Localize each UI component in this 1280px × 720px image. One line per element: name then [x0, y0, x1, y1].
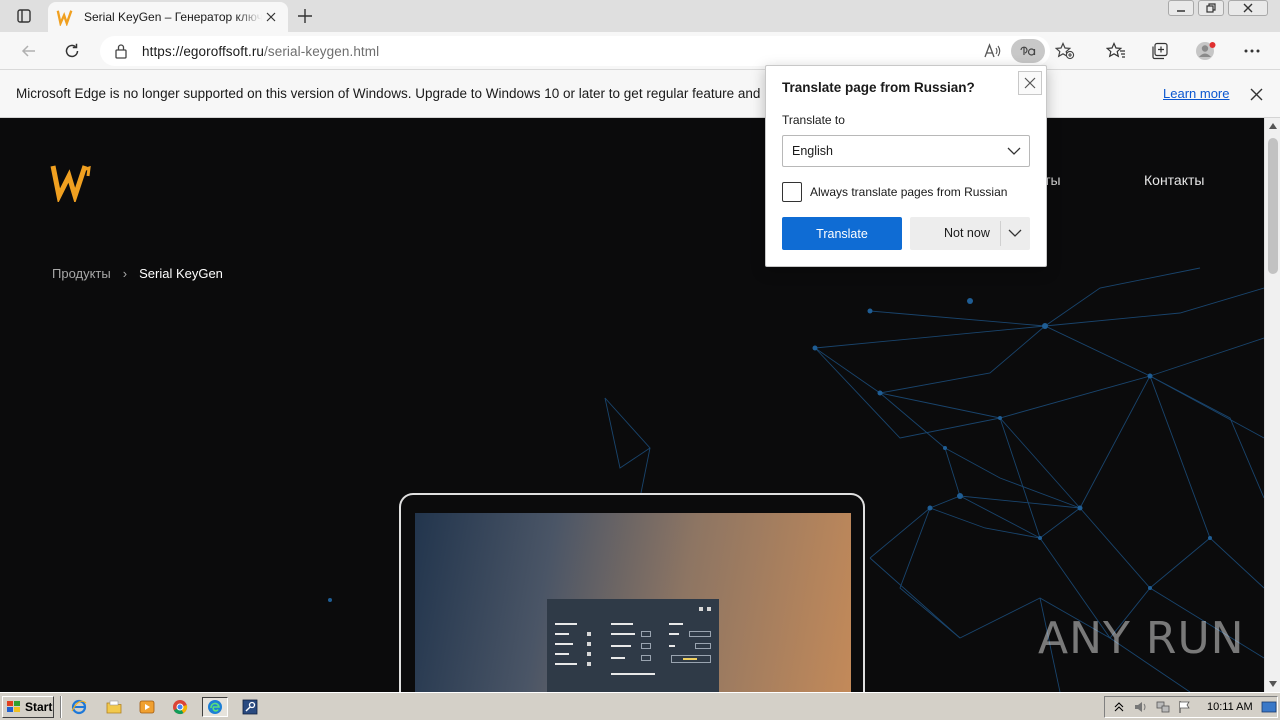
page-scrollbar[interactable] — [1264, 118, 1280, 692]
learn-more-link[interactable]: Learn more — [1163, 86, 1229, 101]
restore-button[interactable] — [1198, 0, 1224, 16]
profile-button[interactable] — [1191, 36, 1221, 66]
start-label: Start — [25, 700, 53, 714]
always-translate-checkbox[interactable] — [782, 182, 802, 202]
scroll-down-arrow-icon[interactable] — [1265, 678, 1280, 690]
volume-icon[interactable] — [1133, 699, 1149, 715]
breadcrumb-current: Serial KeyGen — [139, 266, 223, 281]
infobar-close-icon[interactable] — [1246, 84, 1266, 104]
translate-icon — [1020, 46, 1036, 56]
not-now-label: Not now — [944, 226, 990, 240]
site-logo-icon[interactable] — [50, 158, 94, 202]
scroll-thumb[interactable] — [1268, 138, 1278, 274]
media-player-icon — [139, 700, 155, 714]
always-translate-label: Always translate pages from Russian — [810, 185, 1008, 199]
close-icon — [1024, 77, 1036, 89]
translate-popup: Translate page from Russian? Translate t… — [765, 65, 1047, 267]
translate-confirm-button[interactable]: Translate — [782, 217, 902, 250]
taskbar-divider — [60, 696, 62, 718]
start-button[interactable]: Start — [2, 696, 54, 718]
show-desktop-icon[interactable] — [1261, 699, 1277, 715]
chevron-down-icon — [1007, 147, 1021, 155]
translate-popup-title: Translate page from Russian? — [782, 80, 975, 95]
tab-strip: Serial KeyGen – Генератор ключей — [0, 0, 1280, 32]
browser-toolbar: https://egoroffsoft.ru/serial-keygen.htm… — [0, 32, 1280, 70]
back-button[interactable] — [14, 36, 44, 66]
collections-icon — [1152, 42, 1168, 60]
new-tab-button[interactable] — [294, 5, 316, 27]
anyrun-watermark: ANY RUN — [1038, 613, 1245, 664]
internet-explorer-icon — [71, 699, 87, 715]
more-dots-icon — [1244, 49, 1260, 53]
chrome-icon — [173, 700, 188, 715]
unsupported-os-infobar: Microsoft Edge is no longer supported on… — [0, 70, 1280, 118]
tab-actions-icon — [17, 9, 31, 23]
taskbar-clock[interactable]: 10:11 AM — [1207, 701, 1253, 713]
close-icon — [1243, 3, 1253, 13]
lock-icon[interactable] — [114, 43, 128, 59]
url-text: https://egoroffsoft.ru/serial-keygen.htm… — [142, 44, 379, 59]
action-center-flag-icon[interactable] — [1177, 699, 1193, 715]
web-page: акты Контакты Продукты › Serial KeyGen — [0, 118, 1264, 692]
window-close-button[interactable] — [1228, 0, 1268, 16]
arrow-left-icon — [21, 45, 35, 57]
windows-logo-icon — [7, 701, 20, 712]
not-now-divider — [1000, 221, 1001, 246]
edge-icon — [208, 700, 222, 714]
collections-button[interactable] — [1145, 36, 1175, 66]
refresh-icon — [65, 43, 79, 58]
edge-taskbar-button[interactable] — [202, 697, 228, 717]
restore-icon — [1206, 3, 1216, 13]
settings-menu-button[interactable] — [1237, 36, 1267, 66]
scroll-up-arrow-icon[interactable] — [1265, 120, 1280, 132]
plus-icon — [298, 9, 312, 23]
app-window-illustration — [547, 599, 719, 692]
infobar-message: Microsoft Edge is no longer supported on… — [16, 86, 761, 101]
translate-button[interactable] — [1011, 39, 1045, 63]
url-path: /serial-keygen.html — [264, 43, 380, 59]
favorites-icon — [1106, 42, 1125, 58]
star-add-icon — [1055, 42, 1075, 60]
watermark-text: ANY RUN — [1038, 613, 1245, 664]
selected-language: English — [792, 144, 833, 158]
nav-link-contacts[interactable]: Контакты — [1144, 172, 1204, 188]
url-host: https://egoroffsoft.ru — [142, 43, 265, 59]
read-aloud-icon — [984, 43, 1001, 58]
explorer-quicklaunch[interactable] — [103, 697, 125, 717]
network-icon[interactable] — [1155, 699, 1171, 715]
breadcrumb-products-link[interactable]: Продукты — [52, 266, 111, 281]
breadcrumb-separator: › — [122, 266, 128, 281]
window-controls — [1168, 0, 1268, 18]
minimize-icon — [1177, 10, 1185, 12]
read-aloud-button[interactable] — [980, 39, 1006, 63]
add-favorite-button[interactable] — [1052, 39, 1078, 63]
target-language-select[interactable]: English — [782, 135, 1030, 167]
folder-icon — [106, 700, 122, 714]
tab-actions-button[interactable] — [8, 5, 40, 27]
chrome-quicklaunch[interactable] — [169, 697, 191, 717]
laptop-screen — [415, 513, 851, 692]
windows-taskbar: Start 10:11 AM — [0, 692, 1280, 720]
ie-quicklaunch[interactable] — [68, 697, 90, 717]
app-taskbar-button[interactable] — [237, 697, 263, 717]
tab-title: Serial KeyGen – Генератор ключей — [84, 10, 262, 24]
chevron-down-icon[interactable] — [1008, 226, 1022, 240]
avatar-icon — [1196, 42, 1216, 60]
browser-tab[interactable]: Serial KeyGen – Генератор ключей — [48, 2, 288, 32]
minimize-button[interactable] — [1168, 0, 1194, 16]
site-favicon-icon — [56, 10, 73, 26]
translate-to-label: Translate to — [782, 113, 845, 127]
not-now-button[interactable]: Not now — [910, 217, 1030, 250]
tab-close-icon[interactable] — [262, 8, 280, 26]
favorites-button[interactable] — [1101, 36, 1131, 66]
address-bar[interactable]: https://egoroffsoft.ru/serial-keygen.htm… — [100, 36, 1075, 66]
media-player-quicklaunch[interactable] — [136, 697, 158, 717]
breadcrumb: Продукты › Serial KeyGen — [52, 266, 223, 281]
key-tool-icon — [242, 699, 258, 715]
refresh-button[interactable] — [57, 36, 87, 66]
system-tray: 10:11 AM — [1104, 696, 1278, 718]
translate-popup-close-button[interactable] — [1018, 71, 1042, 95]
laptop-illustration — [399, 493, 865, 692]
show-hidden-icons-icon[interactable] — [1111, 699, 1127, 715]
